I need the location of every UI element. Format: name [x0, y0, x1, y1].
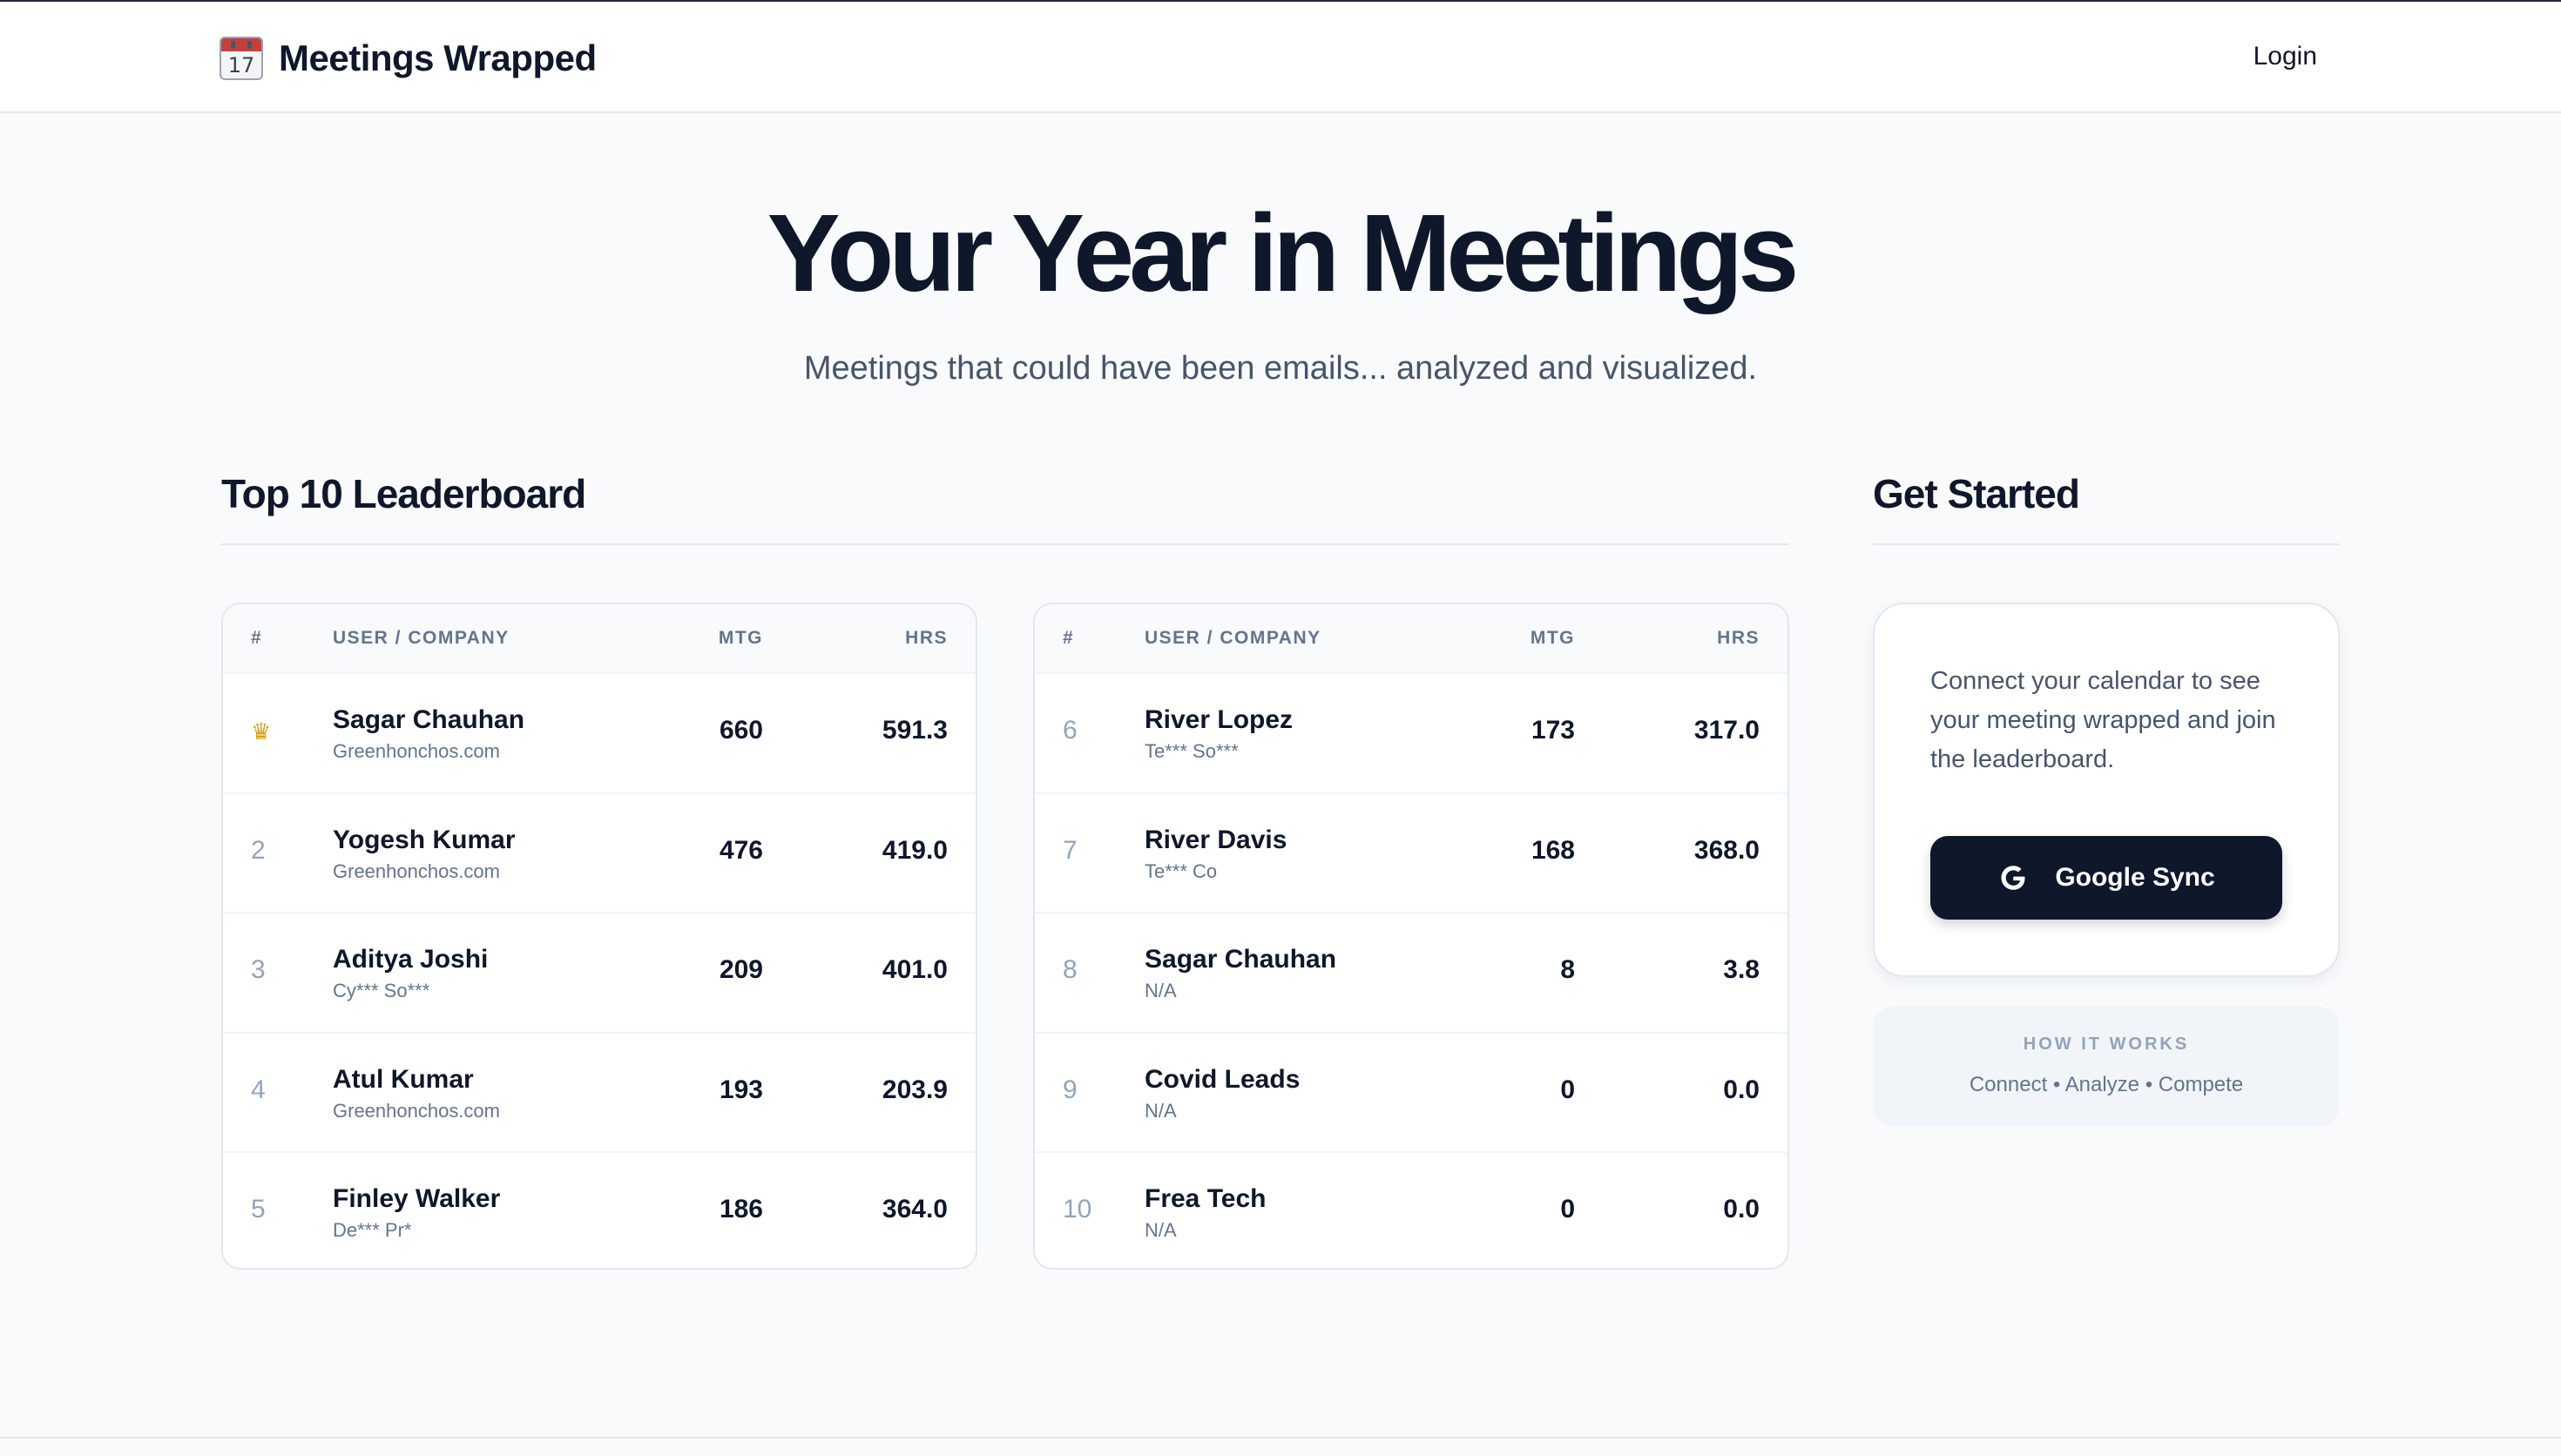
- rank-number: 10: [1063, 1195, 1092, 1224]
- meeting-hours: 368.0: [1693, 835, 1760, 865]
- rank-number: 9: [1063, 1075, 1078, 1104]
- meeting-hours: 419.0: [882, 835, 948, 865]
- user-name: Sagar Chauhan: [1145, 945, 1337, 974]
- user-company: Greenhonchos.com: [333, 740, 500, 762]
- user-name: Atul Kumar: [333, 1064, 474, 1094]
- column-user-header: USER / COMPANY: [1145, 628, 1321, 648]
- rank-number: 4: [251, 1075, 266, 1104]
- how-it-works-title: HOW IT WORKS: [2023, 1035, 2190, 1054]
- user-name: River Lopez: [1145, 705, 1294, 734]
- rank-number: 3: [251, 955, 266, 985]
- user-company: Greenhonchos.com: [333, 859, 500, 882]
- user-name: Yogesh Kumar: [333, 825, 516, 854]
- user-company: N/A: [1145, 980, 1177, 1002]
- table-row: ♛ Sagar Chauhan Greenhonchos.com 660 591…: [223, 672, 976, 792]
- column-rank-header: #: [251, 628, 263, 648]
- column-user-header: USER / COMPANY: [333, 628, 510, 648]
- meeting-hours: 401.0: [882, 955, 948, 985]
- login-link[interactable]: Login: [2254, 42, 2317, 71]
- user-name: Finley Walker: [333, 1184, 501, 1214]
- table-row: 3 Aditya Joshi Cy*** So*** 209 401.0: [223, 912, 976, 1032]
- calendar-icon-day: 17: [227, 53, 255, 78]
- crown-icon: ♛: [251, 719, 272, 745]
- user-company: N/A: [1145, 1099, 1177, 1122]
- google-sync-label: Google Sync: [2055, 863, 2215, 892]
- meeting-hours: 317.0: [1693, 716, 1760, 745]
- google-sync-button[interactable]: Google Sync: [1930, 836, 2282, 920]
- table-row: 4 Atul Kumar Greenhonchos.com 193 203.9: [223, 1031, 976, 1152]
- column-mtg-header: MTG: [718, 628, 763, 648]
- user-name: Covid Leads: [1145, 1064, 1301, 1094]
- table-row: 5 Finley Walker De*** Pr* 186 364.0: [223, 1151, 976, 1268]
- user-name: Aditya Joshi: [333, 945, 489, 974]
- get-started-divider: [1873, 543, 2340, 545]
- meeting-count: 209: [719, 955, 763, 985]
- meeting-hours: 3.8: [1723, 955, 1760, 985]
- get-started-card: Connect your calendar to see your meetin…: [1873, 603, 2340, 977]
- table-row: 10 Frea Tech N/A 0 0.0: [1035, 1151, 1787, 1268]
- navbar: 17 Meetings Wrapped Login: [0, 2, 2561, 113]
- user-name: Frea Tech: [1145, 1184, 1267, 1214]
- how-it-works-card: HOW IT WORKS Connect • Analyze • Compete: [1873, 1007, 2340, 1127]
- meeting-count: 0: [1560, 1195, 1575, 1224]
- rank-number: 2: [251, 835, 266, 865]
- column-rank-header: #: [1063, 628, 1075, 648]
- table-row: 9 Covid Leads N/A 0 0.0: [1035, 1031, 1787, 1152]
- rank-number: 5: [251, 1195, 266, 1224]
- user-company: De*** Pr*: [333, 1219, 412, 1242]
- get-started-description: Connect your calendar to see your meetin…: [1930, 667, 2276, 773]
- meeting-hours: 0.0: [1723, 1075, 1760, 1104]
- table-row: 8 Sagar Chauhan N/A 8 3.8: [1035, 912, 1787, 1032]
- google-icon: [2001, 866, 2026, 890]
- meeting-count: 0: [1560, 1075, 1575, 1104]
- leaderboard-divider: [221, 543, 1789, 545]
- user-name: River Davis: [1145, 825, 1287, 854]
- brand-name: Meetings Wrapped: [279, 37, 597, 78]
- meeting-count: 660: [719, 716, 763, 745]
- brand[interactable]: 17 Meetings Wrapped: [220, 33, 597, 84]
- meeting-count: 476: [719, 835, 763, 865]
- rank-number: 6: [1063, 716, 1078, 745]
- meeting-hours: 364.0: [882, 1195, 948, 1224]
- table-row: 6 River Lopez Te*** So*** 173 317.0: [1035, 672, 1787, 792]
- user-company: N/A: [1145, 1219, 1177, 1242]
- table-header: # USER / COMPANY MTG HRS: [1035, 604, 1787, 672]
- user-company: Te*** So***: [1145, 740, 1239, 762]
- meeting-count: 8: [1560, 955, 1575, 985]
- leaderboard-title: Top 10 Leaderboard: [221, 471, 586, 516]
- meeting-hours: 591.3: [882, 716, 948, 745]
- user-name: Sagar Chauhan: [333, 705, 525, 734]
- calendar-icon: 17: [220, 37, 263, 80]
- leaderboard-table-right: # USER / COMPANY MTG HRS 6 River Lopez T…: [1033, 603, 1789, 1270]
- table-row: 7 River Davis Te*** Co 168 368.0: [1035, 792, 1787, 913]
- column-hrs-header: HRS: [905, 628, 948, 648]
- rank-number: 8: [1063, 955, 1078, 985]
- column-hrs-header: HRS: [1717, 628, 1760, 648]
- column-mtg-header: MTG: [1530, 628, 1575, 648]
- meeting-hours: 0.0: [1723, 1195, 1760, 1224]
- hero-title: Your Year in Meetings: [767, 192, 1800, 314]
- meeting-count: 186: [719, 1195, 763, 1224]
- leaderboard-table-left: # USER / COMPANY MTG HRS ♛ Sagar Chauhan…: [221, 603, 977, 1270]
- hero-subtitle: Meetings that could have been emails... …: [803, 350, 1758, 387]
- how-it-works-steps: Connect • Analyze • Compete: [1969, 1073, 2244, 1096]
- user-company: Cy*** So***: [333, 980, 430, 1002]
- meeting-count: 193: [719, 1075, 763, 1104]
- table-row: 2 Yogesh Kumar Greenhonchos.com 476 419.…: [223, 792, 976, 913]
- meeting-count: 173: [1531, 716, 1575, 745]
- footer-divider: [0, 1437, 2561, 1439]
- meeting-hours: 203.9: [882, 1075, 948, 1104]
- user-company: Te*** Co: [1145, 859, 1218, 882]
- rank-number: 7: [1063, 835, 1078, 865]
- get-started-title: Get Started: [1873, 471, 2080, 516]
- table-header: # USER / COMPANY MTG HRS: [223, 604, 976, 672]
- meeting-count: 168: [1531, 835, 1575, 865]
- user-company: Greenhonchos.com: [333, 1099, 500, 1122]
